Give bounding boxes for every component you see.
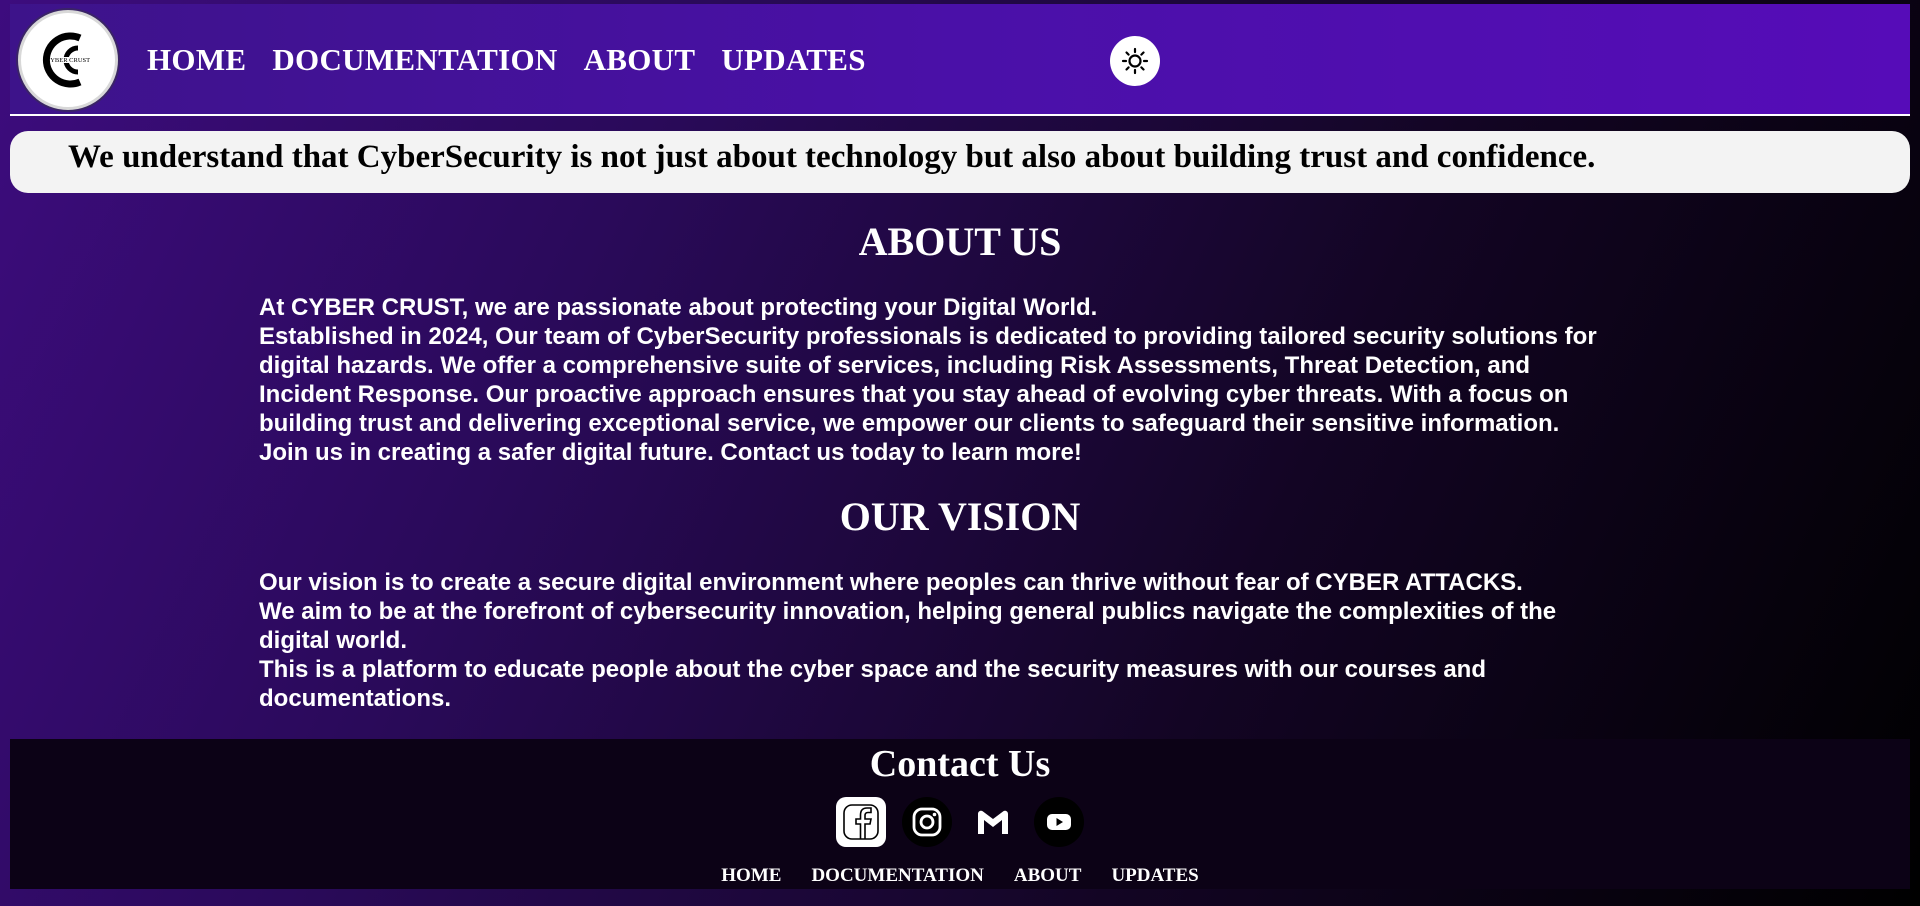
about-line: building trust and delivering exceptiona…	[259, 410, 1560, 437]
footer-nav-about[interactable]: ABOUT	[1014, 865, 1082, 887]
nav-home[interactable]: HOME	[147, 42, 246, 78]
contact-us-heading: Contact Us	[869, 743, 1051, 785]
our-vision-heading: OUR VISION	[839, 494, 1081, 539]
logo-text: CYBER CRUST	[46, 57, 90, 64]
theme-toggle-button[interactable]	[1110, 36, 1160, 86]
cyber-crust-logo[interactable]: CYBER CRUST	[18, 10, 118, 110]
facebook-icon	[843, 804, 879, 840]
vision-line: digital world.	[259, 627, 407, 654]
footer-nav-documentation[interactable]: DOCUMENTATION	[811, 865, 983, 887]
about-us-paragraph: At CYBER CRUST, we are passionate about …	[259, 293, 1679, 467]
vision-line: This is a platform to educate people abo…	[259, 656, 1486, 683]
about-line: Established in 2024, Our team of CyberSe…	[259, 323, 1597, 350]
facebook-link[interactable]	[836, 797, 886, 847]
about-line: Incident Response. Our proactive approac…	[259, 381, 1569, 408]
about-us-heading: ABOUT US	[858, 219, 1062, 264]
youtube-link[interactable]	[1034, 797, 1084, 847]
vision-line: Our vision is to create a secure digital…	[259, 569, 1523, 596]
nav-about[interactable]: ABOUT	[584, 42, 696, 78]
nav-documentation[interactable]: DOCUMENTATION	[272, 42, 557, 78]
youtube-icon	[1047, 814, 1071, 830]
social-links	[10, 797, 1910, 847]
gmail-icon	[978, 810, 1008, 834]
logo-emblem: CYBER CRUST	[42, 32, 90, 88]
about-line: At CYBER CRUST, we are passionate about …	[259, 294, 1098, 321]
sun-icon	[1121, 47, 1149, 75]
footer-nav-home[interactable]: HOME	[721, 865, 781, 887]
vision-line: documentations.	[259, 685, 452, 712]
footer-nav: HOME DOCUMENTATION ABOUT UPDATES	[10, 865, 1910, 887]
nav-updates[interactable]: UPDATES	[721, 42, 866, 78]
tagline-banner: We understand that CyberSecurity is not …	[10, 131, 1910, 193]
footer-nav-updates[interactable]: UPDATES	[1111, 865, 1198, 887]
our-vision-paragraph: Our vision is to create a secure digital…	[259, 568, 1679, 713]
main-nav: HOME DOCUMENTATION ABOUT UPDATES	[147, 42, 866, 78]
about-line: Join us in creating a safer digital futu…	[259, 439, 1082, 466]
site-header: CYBER CRUST HOME DOCUMENTATION ABOUT UPD…	[10, 4, 1910, 116]
gmail-link[interactable]	[968, 797, 1018, 847]
instagram-link[interactable]	[902, 797, 952, 847]
instagram-icon	[912, 807, 942, 837]
vision-line: We aim to be at the forefront of cyberse…	[259, 598, 1557, 625]
site-footer: Contact Us HOME DOCUMENTATION ABOUT UPDA…	[10, 739, 1910, 889]
about-line: digital hazards. We offer a comprehensiv…	[259, 352, 1531, 379]
